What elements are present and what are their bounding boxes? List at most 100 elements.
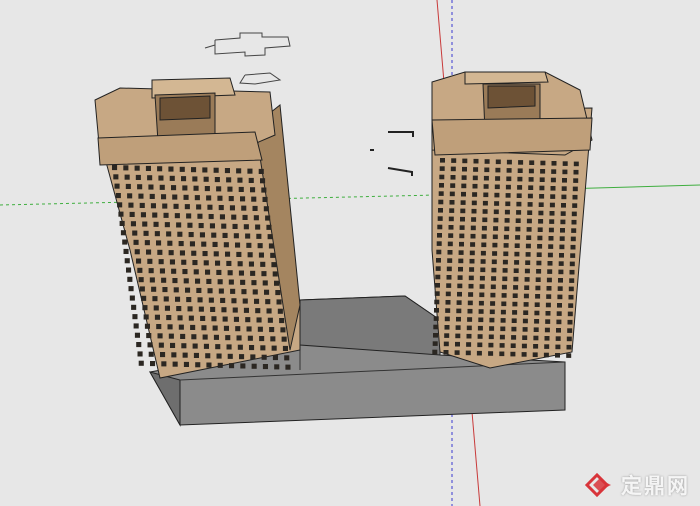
window [147, 175, 153, 181]
window [549, 202, 555, 208]
window [153, 221, 159, 227]
window [435, 274, 441, 280]
window [466, 342, 472, 347]
window [279, 318, 285, 324]
window [120, 230, 126, 236]
window [225, 335, 231, 341]
window [438, 208, 443, 213]
window [218, 205, 224, 211]
window [459, 241, 464, 247]
window [511, 318, 517, 323]
window [438, 191, 444, 196]
window [545, 302, 551, 308]
window [433, 333, 438, 338]
left-tower[interactable] [94, 77, 301, 379]
window [175, 296, 181, 302]
window [477, 334, 483, 339]
window [566, 344, 572, 350]
window [123, 248, 129, 254]
window [201, 325, 207, 331]
window [481, 225, 487, 231]
window [489, 317, 495, 323]
window [466, 325, 472, 331]
window [242, 214, 248, 220]
window [203, 260, 209, 266]
window [256, 233, 262, 239]
window [158, 259, 164, 265]
right-tower[interactable] [431, 71, 593, 369]
window [208, 297, 214, 303]
window [171, 185, 177, 191]
window [524, 277, 530, 282]
window [500, 318, 506, 323]
window [202, 167, 208, 173]
window [513, 268, 519, 273]
window [124, 258, 130, 264]
window [555, 336, 561, 341]
window [186, 297, 192, 303]
window [252, 205, 258, 211]
window [192, 176, 198, 182]
watermark-logo-icon [584, 472, 611, 498]
window [525, 252, 531, 257]
window [186, 213, 192, 219]
window [257, 326, 263, 332]
window [212, 241, 218, 247]
window [478, 300, 484, 306]
window [238, 270, 244, 276]
window [180, 333, 186, 339]
window [482, 217, 488, 223]
window [192, 343, 198, 349]
window [113, 174, 119, 180]
window [201, 241, 207, 247]
window [503, 234, 509, 240]
window [512, 310, 518, 315]
window [236, 335, 242, 341]
window [539, 185, 545, 191]
window [470, 225, 476, 231]
window [179, 250, 185, 256]
window [240, 363, 246, 369]
window [558, 278, 563, 283]
window [499, 343, 505, 348]
window [191, 334, 197, 340]
window [207, 288, 213, 294]
window [449, 191, 455, 197]
sketchup-viewport[interactable]: 定鼎网 [0, 0, 700, 506]
window [147, 258, 153, 264]
window [136, 342, 142, 348]
window [228, 196, 234, 202]
window [457, 275, 463, 280]
window [196, 287, 202, 293]
window [217, 279, 223, 285]
window [483, 175, 489, 181]
window [276, 299, 282, 305]
window [241, 205, 247, 211]
window [527, 193, 533, 199]
window [271, 262, 277, 268]
window [178, 241, 184, 247]
window [198, 223, 204, 229]
window [511, 326, 517, 332]
window [158, 342, 164, 348]
window [211, 316, 217, 322]
window [246, 326, 252, 332]
window [237, 344, 243, 350]
window [133, 239, 139, 245]
window [260, 345, 266, 351]
window [129, 211, 135, 217]
window [439, 174, 445, 180]
window [447, 258, 453, 263]
window [479, 275, 485, 281]
window [124, 174, 130, 180]
window [557, 286, 563, 291]
window [127, 193, 133, 199]
window [280, 327, 286, 333]
model-scene[interactable] [0, 0, 700, 506]
window [241, 289, 247, 295]
window [148, 268, 154, 274]
window [562, 178, 567, 183]
window [492, 242, 498, 248]
window [560, 228, 565, 233]
window [443, 350, 449, 355]
